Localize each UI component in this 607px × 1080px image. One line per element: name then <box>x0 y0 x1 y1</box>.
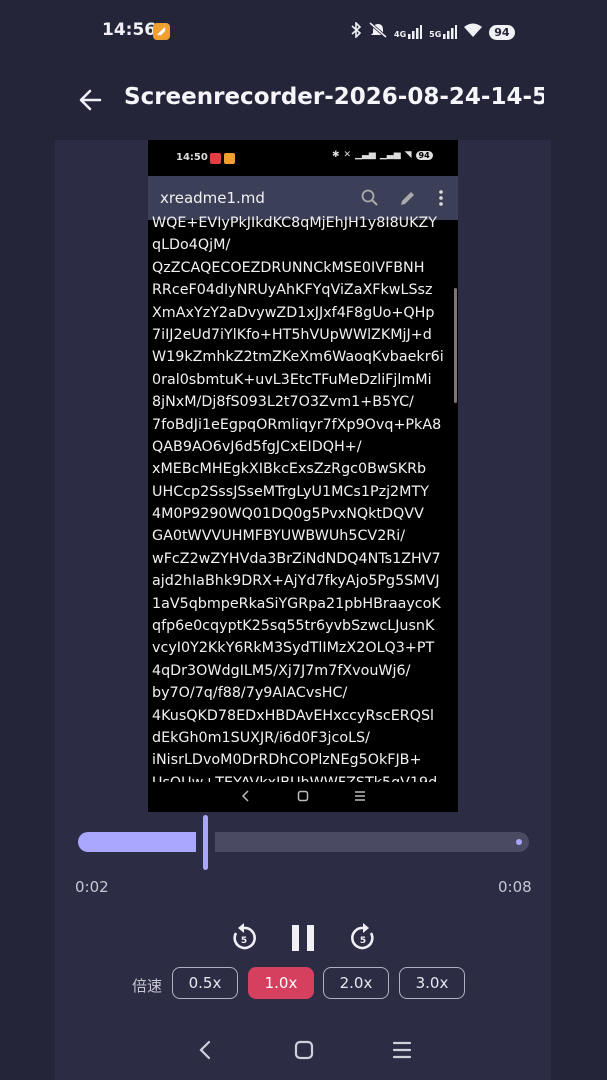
recorded-status-bar: 14:50 ✱ ✕ ▁▃▅ ▁▃▅ ◥ 94 <box>148 140 458 176</box>
forward-5-icon: 5 <box>351 923 374 950</box>
menu-lines-icon <box>392 1041 412 1059</box>
seek-end-dot <box>516 839 522 845</box>
rewind-button[interactable]: 5 <box>226 920 262 956</box>
edit-icon <box>401 192 414 205</box>
text-line: by7O/7q/f88/7y9AIACvsHC/ <box>152 685 348 702</box>
text-line: XmAxYzY2aDvywZD1xJJxf4F8gUo+QHp <box>152 304 435 321</box>
speed-2-0x-button[interactable]: 2.0x <box>323 967 389 999</box>
replay-5-icon: 5 <box>233 923 256 950</box>
recorded-status-icons: ✱ ✕ ▁▃▅ ▁▃▅ ◥ 94 <box>332 150 433 160</box>
text-line: 8jNxM/Dj8fS093L2t7O3Zvm1+B5YC/ <box>152 394 414 411</box>
recorded-app-title: xreadme1.md <box>160 189 265 207</box>
text-line: 1aV5qbmpeRkaSiYGRpa21pbHBraaycoK <box>152 595 441 612</box>
wifi-icon <box>464 23 483 41</box>
text-line: vcyI0Y2KkY6RkM3SydTlIMzX2OLQ3+PT <box>152 640 435 657</box>
back-button[interactable] <box>78 87 104 113</box>
text-line: RRceF04dIyNRUyAhKFYqViZaXFkwLSsz <box>152 282 433 299</box>
total-time: 0:08 <box>498 878 532 896</box>
nav-home-icon <box>297 790 309 802</box>
text-line: qfp6e0cqyptK25sq55tr6yvbSzwcLJusnK <box>152 618 435 635</box>
seek-bar-played[interactable] <box>78 832 196 852</box>
recorded-scrollbar <box>454 288 457 403</box>
speed-3-0x-button[interactable]: 3.0x <box>399 967 465 999</box>
battery-indicator: 94 <box>489 24 515 40</box>
more-vert-icon <box>439 190 443 206</box>
recorded-status-time: 14:50 <box>176 152 208 163</box>
text-line: 4qDr3OWdgILM5/Xj7J7m7fXvouWj6/ <box>152 662 411 679</box>
forward-button[interactable]: 5 <box>345 920 381 956</box>
speed-1-0x-button[interactable]: 1.0x <box>248 967 314 999</box>
text-line: 0ral0sbmtuK+uvL3EtcTFuMeDzliFjlmMi <box>152 371 432 388</box>
text-line: W19kZmhkZ2tmZKeXm6WaoqKvbaekr6i <box>152 349 444 366</box>
text-line: iNisrLDvoM0DrRDhCOPlzNEg5OkFJB+ <box>152 752 422 769</box>
speed-0-5x-button[interactable]: 0.5x <box>172 967 238 999</box>
text-line: GA0tWVVUHMFBYUWBWUh5CV2Ri/ <box>152 528 406 545</box>
signal-5g-icon: 5G <box>429 25 458 39</box>
text-line: 7foBdJi1eEgpqORmliqyr7fXp9Ovq+PkA8 <box>152 416 442 433</box>
recorded-battery: 94 <box>415 150 433 160</box>
text-line: UHCcp2SssJSseMTrgLyU1MCs1Pzj2MTY <box>152 483 429 500</box>
recorded-document-text: WQE+EVIyPkJIkdKC8qMjEhJH1y8I8UKZY qLDo4Qj… <box>152 212 454 782</box>
text-line: qLDo4QjM/ <box>152 237 231 254</box>
chevron-left-icon <box>199 1040 211 1060</box>
system-home-button[interactable] <box>290 1036 318 1064</box>
text-line: dEkGh0m1SUXJR/i6d0F3jcoLS/ <box>152 729 370 746</box>
page-title: Screenrecorder-2026-08-24-14-5... <box>124 84 544 110</box>
text-line: WQE+EVIyPkJIkdKC8qMjEhJH1y8I8UKZY <box>152 215 438 231</box>
status-icons: 4G 5G 94 <box>350 20 515 44</box>
seek-thumb[interactable] <box>203 815 208 870</box>
pause-icon <box>292 925 314 951</box>
svg-text:5: 5 <box>360 936 366 946</box>
text-line: 4KusQKD78EDxHBDAvEHxccyRscERQSl <box>152 707 435 724</box>
home-square-icon <box>294 1040 314 1060</box>
app-notification-icon <box>153 23 170 40</box>
signal-4g-icon: 4G <box>394 25 423 39</box>
text-line: 7iIJ2eUd7iYlKfo+HT5hVUpWWlZKMjJ+d <box>152 326 432 343</box>
text-line: wFcZ2wZYHVda3BrZiNdNDQ4NTs1ZHV7 <box>152 550 441 567</box>
current-time: 0:02 <box>75 878 109 896</box>
text-line: QzZCAQECOEZDRUNNCkMSE0IVFBNH <box>152 259 425 276</box>
pause-button[interactable] <box>285 920 321 956</box>
svg-text:5: 5 <box>241 936 247 946</box>
nav-back-icon <box>241 790 249 802</box>
system-menu-button[interactable] <box>388 1036 416 1064</box>
text-line: ajd2hIaBhk9DRX+AjYd7fkyAjo5Pg5SMVJ <box>152 573 440 590</box>
text-line: xMEBcMHEgkXIBkcExsZzRgc0BwSKRb <box>152 461 427 478</box>
text-line: 4M0P9290WQ01DQ0g5PvxNQktDQVV <box>152 506 424 523</box>
nav-menu-icon <box>355 791 365 801</box>
seek-bar-remaining[interactable] <box>215 832 529 852</box>
bluetooth-icon <box>350 21 362 42</box>
arrow-left-icon <box>79 89 102 111</box>
text-line: QAB9AO6vJ6d5fgJCxEIDQH+/ <box>152 438 362 455</box>
speed-label: 倍速 <box>132 977 163 995</box>
video-frame[interactable]: 14:50 ✱ ✕ ▁▃▅ ▁▃▅ ◥ 94 xreadme1.md WQE+EVIyP… <box>148 140 458 812</box>
search-icon <box>361 189 378 206</box>
mute-icon <box>369 21 387 42</box>
recorded-nav-bar <box>148 780 458 812</box>
status-time: 14:56 <box>102 20 157 40</box>
record-icon <box>210 153 221 164</box>
app-notification-icon <box>224 153 235 164</box>
system-back-button[interactable] <box>192 1036 220 1064</box>
